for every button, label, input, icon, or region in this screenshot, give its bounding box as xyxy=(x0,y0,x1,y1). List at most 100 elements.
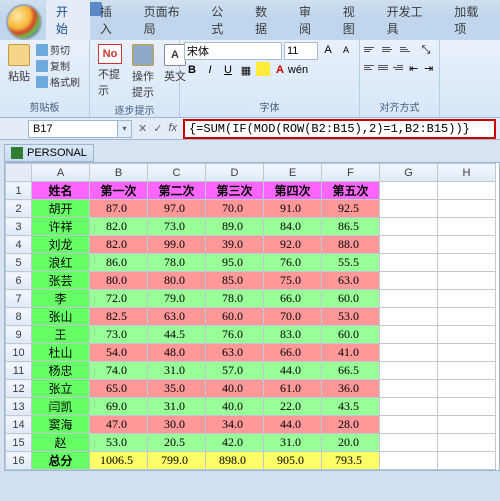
data-cell[interactable]: 82.5 xyxy=(90,308,148,326)
name-cell[interactable]: 王 xyxy=(32,326,90,344)
row-header[interactable]: 1 xyxy=(6,182,32,200)
data-cell[interactable]: 44.0 xyxy=(264,362,322,380)
select-all-corner[interactable] xyxy=(6,164,32,182)
data-cell[interactable]: 22.0 xyxy=(264,398,322,416)
data-cell[interactable]: 36.0 xyxy=(322,380,380,398)
row-header[interactable]: 5 xyxy=(6,254,32,272)
name-cell[interactable]: 浪红 xyxy=(32,254,90,272)
row-header[interactable]: 9 xyxy=(6,326,32,344)
col-header[interactable]: F xyxy=(322,164,380,182)
ribbon-tab-6[interactable]: 视图 xyxy=(333,0,377,40)
enter-formula-icon[interactable]: ✓ xyxy=(153,122,162,135)
data-cell[interactable]: 31.0 xyxy=(264,434,322,452)
data-cell[interactable]: 76.0 xyxy=(206,326,264,344)
col-header[interactable]: D xyxy=(206,164,264,182)
data-cell[interactable]: 86.5 xyxy=(322,218,380,236)
data-cell[interactable]: 53.0 xyxy=(322,308,380,326)
ribbon-tab-0[interactable]: 开始 xyxy=(46,0,90,40)
name-cell[interactable]: 李 xyxy=(32,290,90,308)
data-cell[interactable]: 20.0 xyxy=(322,434,380,452)
font-color-button[interactable]: A xyxy=(272,62,288,78)
row-header[interactable]: 7 xyxy=(6,290,32,308)
header-cell[interactable]: 第四次 xyxy=(264,182,322,200)
data-cell[interactable]: 70.0 xyxy=(206,200,264,218)
data-cell[interactable]: 40.0 xyxy=(206,380,264,398)
name-cell[interactable]: 张芸 xyxy=(32,272,90,290)
data-cell[interactable]: 82.0 xyxy=(90,236,148,254)
ribbon-tab-2[interactable]: 页面布局 xyxy=(134,0,202,40)
total-cell[interactable]: 898.0 xyxy=(206,452,264,470)
data-cell[interactable]: 54.0 xyxy=(90,344,148,362)
grow-font-button[interactable]: A xyxy=(320,42,336,58)
op-tip-button[interactable]: 操作提示 xyxy=(128,42,158,102)
align-middle-button[interactable] xyxy=(382,42,398,56)
data-cell[interactable]: 66.0 xyxy=(264,344,322,362)
border-button[interactable]: ▦ xyxy=(238,62,254,78)
header-cell[interactable]: 第一次 xyxy=(90,182,148,200)
office-button[interactable] xyxy=(6,4,42,40)
font-name-select[interactable] xyxy=(184,42,282,60)
name-box[interactable] xyxy=(28,120,118,138)
underline-button[interactable]: U xyxy=(220,62,236,78)
row-header[interactable]: 16 xyxy=(6,452,32,470)
paste-button[interactable]: 粘贴 xyxy=(4,42,34,86)
data-cell[interactable]: 99.0 xyxy=(148,236,206,254)
data-cell[interactable]: 44.5 xyxy=(148,326,206,344)
data-cell[interactable]: 30.0 xyxy=(148,416,206,434)
fill-color-button[interactable] xyxy=(256,62,270,76)
data-cell[interactable]: 63.0 xyxy=(148,308,206,326)
data-cell[interactable]: 63.0 xyxy=(322,272,380,290)
name-cell[interactable]: 张立 xyxy=(32,380,90,398)
data-cell[interactable]: 92.5 xyxy=(322,200,380,218)
indent-inc-button[interactable]: ⇥ xyxy=(422,60,435,76)
total-cell[interactable]: 1006.5 xyxy=(90,452,148,470)
data-cell[interactable]: 87.0 xyxy=(90,200,148,218)
data-cell[interactable]: 60.0 xyxy=(206,308,264,326)
align-bottom-button[interactable] xyxy=(400,42,416,56)
data-cell[interactable]: 88.0 xyxy=(322,236,380,254)
data-cell[interactable]: 60.0 xyxy=(322,326,380,344)
align-center-button[interactable] xyxy=(378,60,390,74)
data-cell[interactable]: 41.0 xyxy=(322,344,380,362)
data-cell[interactable]: 76.0 xyxy=(264,254,322,272)
col-header[interactable]: G xyxy=(380,164,438,182)
row-header[interactable]: 13 xyxy=(6,398,32,416)
phonetic-button[interactable]: wén xyxy=(290,62,306,78)
data-cell[interactable]: 42.0 xyxy=(206,434,264,452)
ribbon-tab-8[interactable]: 加载项 xyxy=(444,0,500,40)
data-cell[interactable]: 79.0 xyxy=(148,290,206,308)
row-header[interactable]: 11 xyxy=(6,362,32,380)
data-cell[interactable]: 66.5 xyxy=(322,362,380,380)
data-cell[interactable]: 95.0 xyxy=(206,254,264,272)
name-cell[interactable]: 窦海 xyxy=(32,416,90,434)
total-cell[interactable]: 905.0 xyxy=(264,452,322,470)
data-cell[interactable]: 65.0 xyxy=(90,380,148,398)
copy-button[interactable]: 复制 xyxy=(36,58,80,73)
data-cell[interactable]: 57.0 xyxy=(206,362,264,380)
data-cell[interactable]: 47.0 xyxy=(90,416,148,434)
name-cell[interactable]: 杨忠 xyxy=(32,362,90,380)
data-cell[interactable]: 69.0 xyxy=(90,398,148,416)
data-cell[interactable]: 97.0 xyxy=(148,200,206,218)
data-cell[interactable]: 86.0 xyxy=(90,254,148,272)
cut-button[interactable]: 剪切 xyxy=(36,42,80,57)
data-cell[interactable]: 89.0 xyxy=(206,218,264,236)
indent-dec-button[interactable]: ⇤ xyxy=(407,60,420,76)
data-cell[interactable]: 74.0 xyxy=(90,362,148,380)
data-cell[interactable]: 40.0 xyxy=(206,398,264,416)
row-header[interactable]: 14 xyxy=(6,416,32,434)
data-cell[interactable]: 72.0 xyxy=(90,290,148,308)
orientation-button[interactable]: ⤡ xyxy=(418,42,434,58)
data-cell[interactable]: 85.0 xyxy=(206,272,264,290)
name-cell[interactable]: 刘龙 xyxy=(32,236,90,254)
ribbon-tab-7[interactable]: 开发工具 xyxy=(377,0,445,40)
bold-button[interactable]: B xyxy=(184,62,200,78)
data-cell[interactable]: 91.0 xyxy=(264,200,322,218)
row-header[interactable]: 3 xyxy=(6,218,32,236)
data-cell[interactable]: 39.0 xyxy=(206,236,264,254)
row-header[interactable]: 15 xyxy=(6,434,32,452)
cancel-formula-icon[interactable]: ✕ xyxy=(138,122,147,135)
no-tip-button[interactable]: No 不提示 xyxy=(94,42,126,100)
data-cell[interactable]: 44.0 xyxy=(264,416,322,434)
data-cell[interactable]: 43.5 xyxy=(322,398,380,416)
